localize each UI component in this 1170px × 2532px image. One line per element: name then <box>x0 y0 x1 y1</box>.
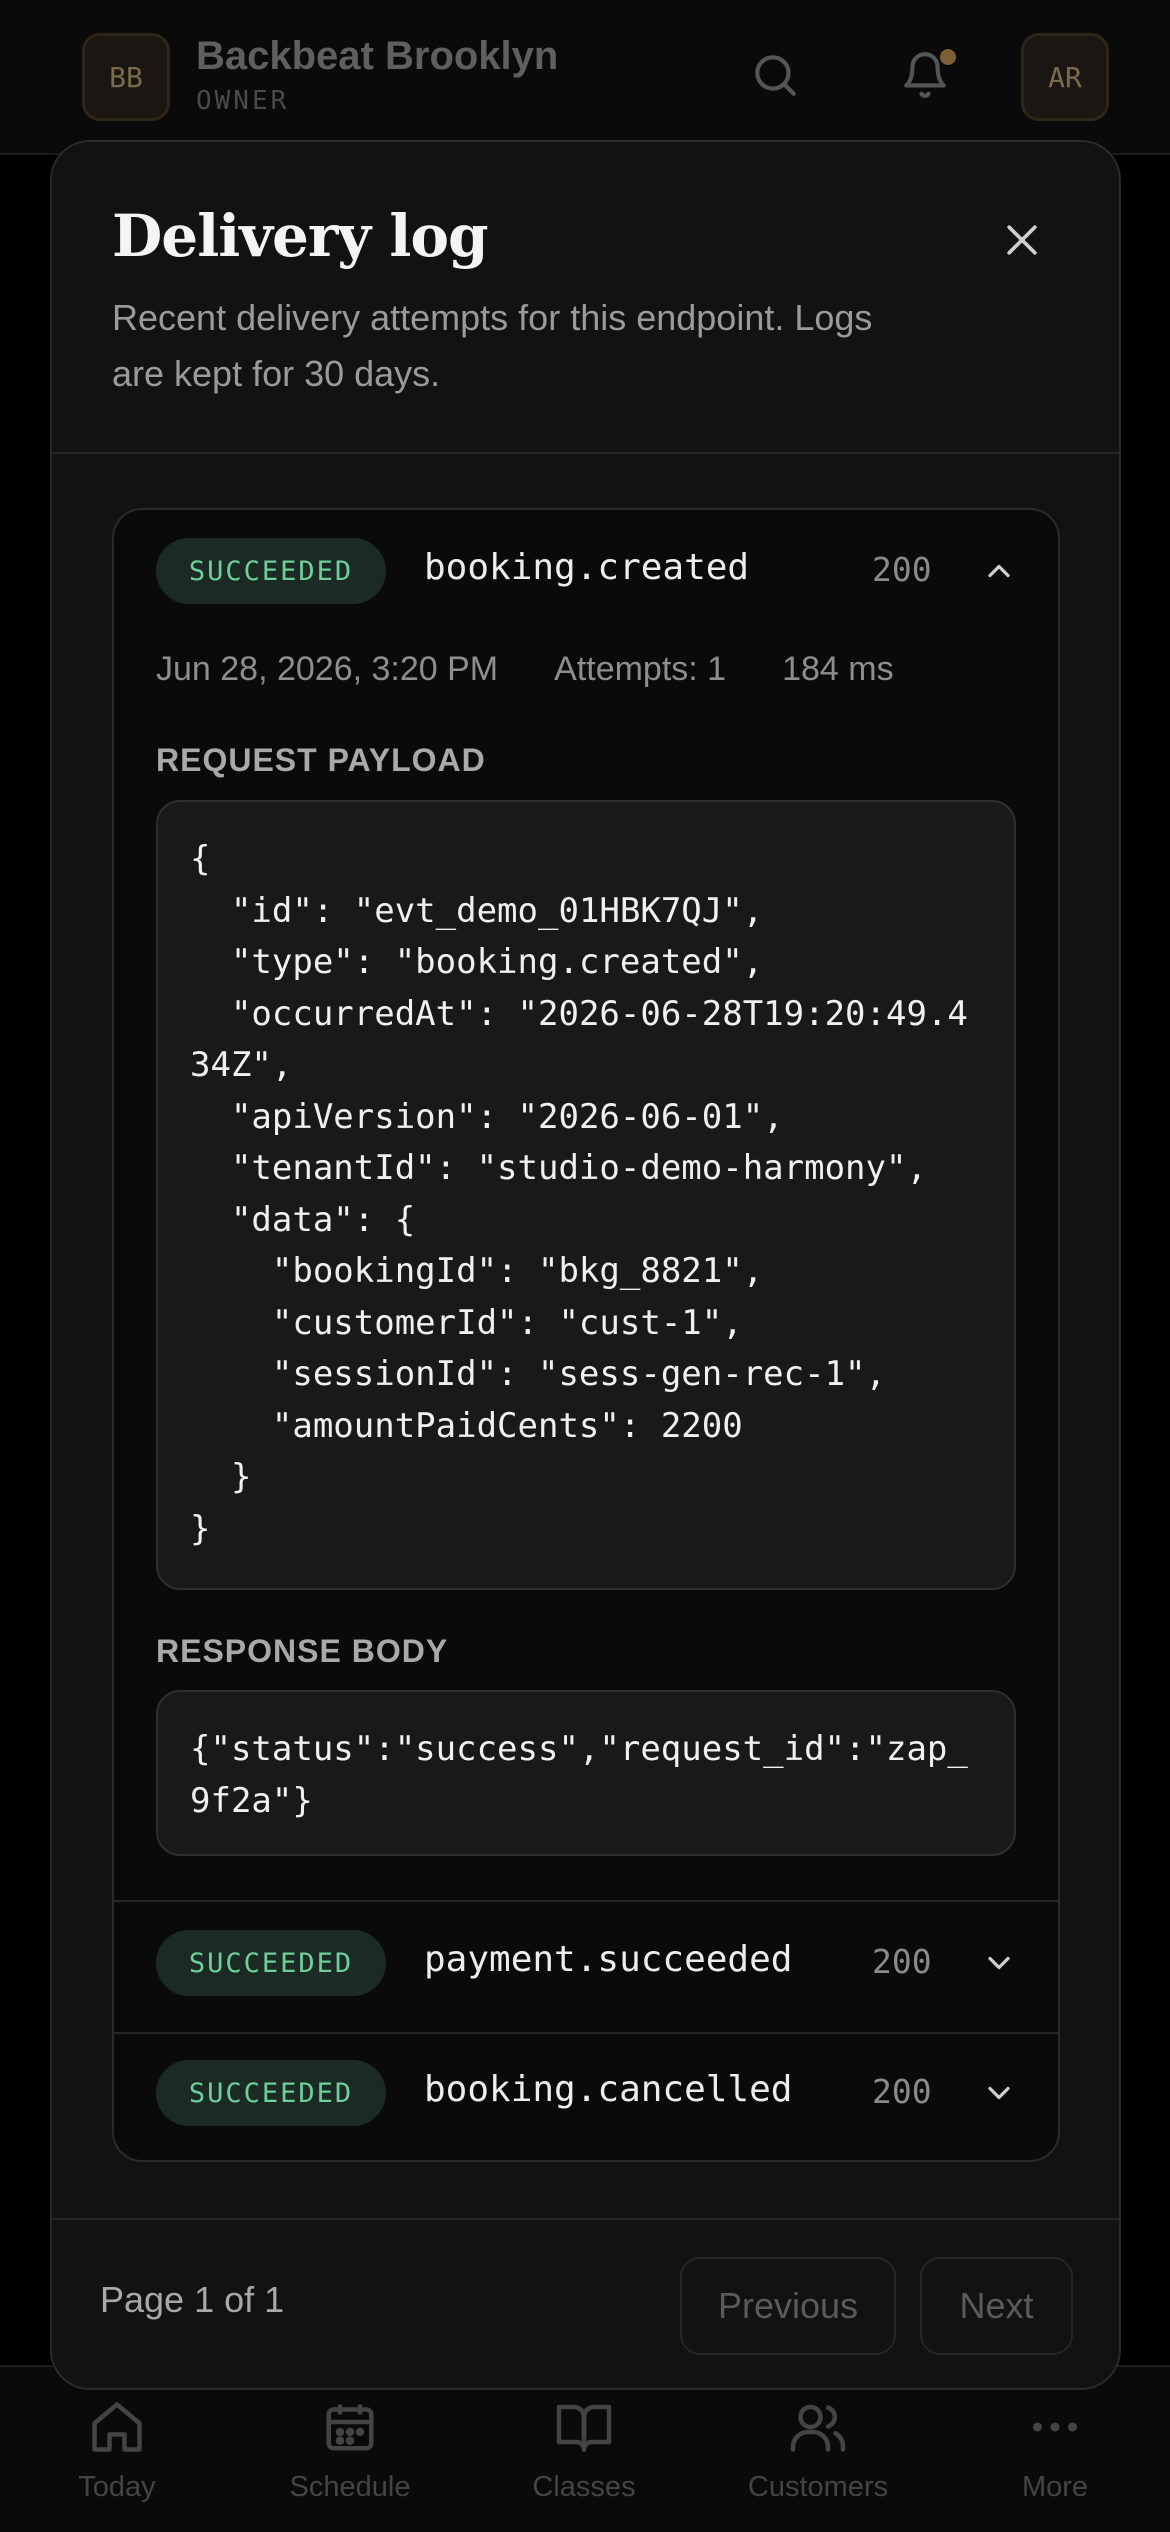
status-badge: SUCCEEDED <box>156 2060 386 2126</box>
users-icon <box>790 2404 846 2452</box>
chevron-down-icon <box>988 1956 1010 1970</box>
nav-item-classes[interactable]: Classes <box>494 2397 674 2504</box>
nav-item-today[interactable]: Today <box>27 2397 207 2504</box>
brand-name: Backbeat Brooklyn <box>196 34 559 78</box>
book-icon <box>556 2404 612 2452</box>
expand-button[interactable] <box>974 2068 1024 2118</box>
nav-item-customers[interactable]: Customers <box>728 2397 908 2504</box>
close-icon <box>1007 225 1037 255</box>
status-badge: SUCCEEDED <box>156 1930 386 1996</box>
notifications-button[interactable] <box>895 45 956 105</box>
request-payload-label: REQUEST PAYLOAD <box>156 742 486 778</box>
modal-description: Recent delivery attempts for this endpoi… <box>112 297 873 394</box>
calendar-icon <box>326 2404 374 2451</box>
response-body-code: {"status":"success","request_id":"zap_9f… <box>156 1690 1016 1856</box>
app-header: BB Backbeat Brooklyn OWNER AR <box>0 0 1170 155</box>
status-badge: SUCCEEDED <box>156 538 386 604</box>
search-button[interactable] <box>745 45 805 105</box>
delivery-log-list: SUCCEEDED booking.created 200 Jun 28, 20… <box>112 508 1060 2162</box>
event-type: booking.cancelled <box>424 2069 793 2110</box>
log-attempts: Attempts: 1 <box>554 650 727 688</box>
chevron-up-icon <box>988 564 1010 578</box>
nav-label: Classes <box>532 2471 636 2503</box>
event-type: booking.created <box>424 547 750 588</box>
chevron-down-icon <box>988 2086 1010 2100</box>
modal-title: Delivery log <box>112 202 489 270</box>
request-payload-code: { "id": "evt_demo_01HBK7QJ", "type": "bo… <box>156 800 1016 1590</box>
nav-label: Today <box>78 2471 156 2503</box>
nav-item-schedule[interactable]: Schedule <box>260 2397 440 2504</box>
page-info: Page 1 of 1 <box>100 2279 285 2320</box>
bottom-nav: Today Schedule Classes Customers More <box>0 2365 1170 2532</box>
delivery-log-modal: Delivery log Recent delivery attempts fo… <box>50 140 1121 2390</box>
log-row-header[interactable]: SUCCEEDED payment.succeeded 200 <box>114 1902 1058 2032</box>
collapse-button[interactable] <box>974 546 1024 596</box>
log-meta: Jun 28, 2026, 3:20 PM Attempts: 1 184 ms <box>156 650 950 689</box>
log-row-header[interactable]: SUCCEEDED booking.created 200 <box>114 510 1058 640</box>
status-code: 200 <box>872 1942 932 1981</box>
status-code: 200 <box>872 550 932 589</box>
divider <box>52 452 1119 454</box>
next-page-button[interactable]: Next <box>920 2257 1073 2355</box>
user-role: OWNER <box>196 86 290 116</box>
log-timestamp: Jun 28, 2026, 3:20 PM <box>156 650 499 688</box>
expand-button[interactable] <box>974 1938 1024 1988</box>
notification-dot <box>940 49 956 65</box>
search-icon <box>755 55 796 96</box>
event-type: payment.succeeded <box>424 1939 793 1980</box>
nav-label: Customers <box>747 2471 889 2503</box>
log-duration: 184 ms <box>782 650 894 688</box>
divider <box>52 2218 1119 2220</box>
nav-label: Schedule <box>289 2471 411 2503</box>
close-button[interactable] <box>992 210 1052 270</box>
home-icon <box>92 2402 142 2452</box>
log-row-header[interactable]: SUCCEEDED booking.cancelled 200 <box>114 2032 1058 2160</box>
nav-label: More <box>1021 2471 1089 2503</box>
nav-item-more[interactable]: More <box>965 2397 1145 2504</box>
status-code: 200 <box>872 2072 932 2111</box>
previous-page-button[interactable]: Previous <box>680 2257 896 2355</box>
brand-badge[interactable]: BB <box>82 33 170 121</box>
response-body-label: RESPONSE BODY <box>156 1633 449 1669</box>
more-icon <box>1033 2422 1077 2432</box>
avatar[interactable]: AR <box>1021 33 1109 121</box>
